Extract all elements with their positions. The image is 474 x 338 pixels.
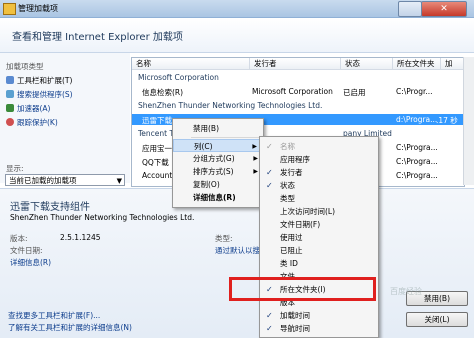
checkmark-icon: ✓ — [266, 142, 273, 151]
column-option[interactable]: ✓ 状态 — [260, 179, 378, 192]
nav-item-toolbars[interactable]: 工具栏和扩展(T) — [6, 75, 72, 86]
close-icon: ✕ — [440, 4, 448, 14]
watermark: 百度经验 — [390, 287, 422, 296]
submenu-arrow-icon: ▶ — [253, 168, 258, 175]
menu-item-disable[interactable]: 禁用(B) — [173, 122, 263, 135]
row-name[interactable]: Account — [142, 171, 172, 180]
row-folder: d:\Progra... — [396, 115, 438, 124]
context-menu: 禁用(B) 列(C) ▶ 分组方式(G) ▶ 排序方式(S) ▶ 复制(O) 详细信息… — [172, 118, 264, 208]
row-folder: C:\Progr... — [396, 87, 433, 96]
column-option[interactable]: 使用过 — [260, 231, 378, 244]
column-header-folder[interactable]: 所在文件夹 — [393, 58, 441, 70]
column-header-publisher[interactable]: 发行者 — [250, 58, 341, 70]
app-icon — [3, 3, 16, 15]
type-label: 类型: — [215, 234, 233, 243]
nav-item-search-providers[interactable]: 搜索提供程序(S) — [6, 89, 73, 100]
header-banner: 查看和管理 Internet Explorer 加载项 — [0, 18, 474, 53]
submenu-arrow-icon: ▶ — [253, 155, 258, 162]
column-option[interactable]: 应用程序 — [260, 153, 378, 166]
row-load-time: .17 秒 — [436, 116, 458, 125]
column-option[interactable]: 上次访问时间(L) — [260, 205, 378, 218]
types-label: 加载项类型 — [6, 62, 44, 71]
column-header-load-time[interactable]: 加 — [441, 58, 464, 70]
column-header-name[interactable]: 名称 — [132, 58, 250, 70]
column-option[interactable]: 类 ID — [260, 257, 378, 270]
search-default-link[interactable]: 通过默认以搜 — [215, 245, 260, 256]
column-option[interactable]: ✓ 发行者 — [260, 166, 378, 179]
row-folder: C:\Progra... — [396, 157, 438, 166]
company-name: ShenZhen Thunder Networking Technologies… — [10, 213, 195, 222]
column-option[interactable]: 类型 — [260, 192, 378, 205]
nav-item-accelerators[interactable]: 加速器(A) — [6, 103, 50, 114]
columns-submenu: ✓ 名称 应用程序 ✓ 发行者 ✓ 状态 类型 上次访问时间(L) 文件日期(F) 使用过 已阻止类 … — [259, 136, 379, 338]
checkmark-icon: ✓ — [266, 168, 273, 177]
checkmark-icon: ✓ — [266, 181, 273, 190]
row-name: 迅雷下载 — [142, 116, 172, 125]
column-option[interactable]: 已阻止 — [260, 244, 378, 257]
highlight-box — [229, 277, 376, 301]
menu-item-group-by[interactable]: 分组方式(G) ▶ — [173, 152, 263, 165]
chevron-down-icon: ▼ — [116, 177, 122, 185]
accelerator-icon — [6, 104, 14, 112]
nav-item-tracking-protection[interactable]: 跟踪保护(K) — [6, 117, 58, 128]
addon-title: 迅雷下载支持组件 — [10, 202, 90, 213]
checkmark-icon: ✓ — [266, 324, 273, 333]
row-name[interactable]: QQ下载 — [142, 157, 169, 168]
column-option[interactable]: 文件日期(F) — [260, 218, 378, 231]
shield-icon — [6, 118, 14, 126]
group-header: Microsoft Corporation — [138, 73, 219, 82]
menu-item-columns[interactable]: 列(C) ▶ — [173, 139, 263, 152]
row-folder: C:\Progra... — [396, 143, 438, 152]
addon-manager-window: 管理加载项 ✕ 查看和管理 Internet Explorer 加载项 加载项类… — [0, 0, 474, 338]
details-pane: 迅雷下载支持组件 ShenZhen Thunder Networking Tec… — [0, 188, 474, 338]
row-folder: C:\Progra... — [396, 171, 438, 180]
column-header-status[interactable]: 状态 — [341, 58, 393, 70]
show-dropdown[interactable]: 当前已加载的加载项 ▼ — [5, 174, 125, 186]
column-option[interactable]: ✓ 导航时间 — [260, 322, 378, 335]
column-option[interactable]: ✓ 加载时间 — [260, 309, 378, 322]
show-label: 显示: — [6, 164, 24, 173]
learn-more-link[interactable]: 了解有关工具栏和扩展的详细信息(N) — [8, 322, 132, 333]
file-date-label: 文件日期: — [10, 246, 43, 255]
window-title: 管理加载项 — [18, 4, 58, 13]
menu-separator — [191, 137, 261, 138]
column-option[interactable]: ✓ 名称 — [260, 140, 378, 153]
minimize-button[interactable] — [398, 1, 422, 17]
page-title: 查看和管理 Internet Explorer 加载项 — [12, 32, 183, 43]
list-scrollbar[interactable] — [463, 57, 474, 185]
title-bar: 管理加载项 ✕ — [0, 0, 474, 18]
menu-item-more-info[interactable]: 详细信息(R) — [173, 191, 263, 204]
menu-item-sort-by[interactable]: 排序方式(S) ▶ — [173, 165, 263, 178]
version-value: 2.5.1.1245 — [60, 233, 101, 242]
group-header: ShenZhen Thunder Networking Technologies… — [138, 101, 323, 110]
row-status: 已启用 — [343, 88, 366, 97]
close-window-button[interactable]: ✕ — [421, 1, 467, 17]
row-publisher: Microsoft Corporation — [252, 87, 333, 96]
close-button[interactable]: 关闭(L) — [406, 312, 468, 327]
table-row[interactable]: 信息检索(R) — [142, 87, 183, 98]
group-header: Tencent T — [138, 129, 175, 138]
find-more-link[interactable]: 查找更多工具栏和扩展(F)... — [8, 310, 100, 321]
more-info-link[interactable]: 详细信息(R) — [10, 257, 51, 268]
toolbar-icon — [6, 76, 14, 84]
menu-item-copy[interactable]: 复制(O) — [173, 178, 263, 191]
addon-types-pane: 加载项类型 工具栏和扩展(T) 搜索提供程序(S) 加速器(A) 跟踪保护(K)… — [0, 53, 130, 183]
checkmark-icon: ✓ — [266, 311, 273, 320]
row-name[interactable]: 应用宝一 — [142, 143, 172, 154]
version-label: 版本: — [10, 234, 28, 243]
search-icon — [6, 90, 14, 98]
